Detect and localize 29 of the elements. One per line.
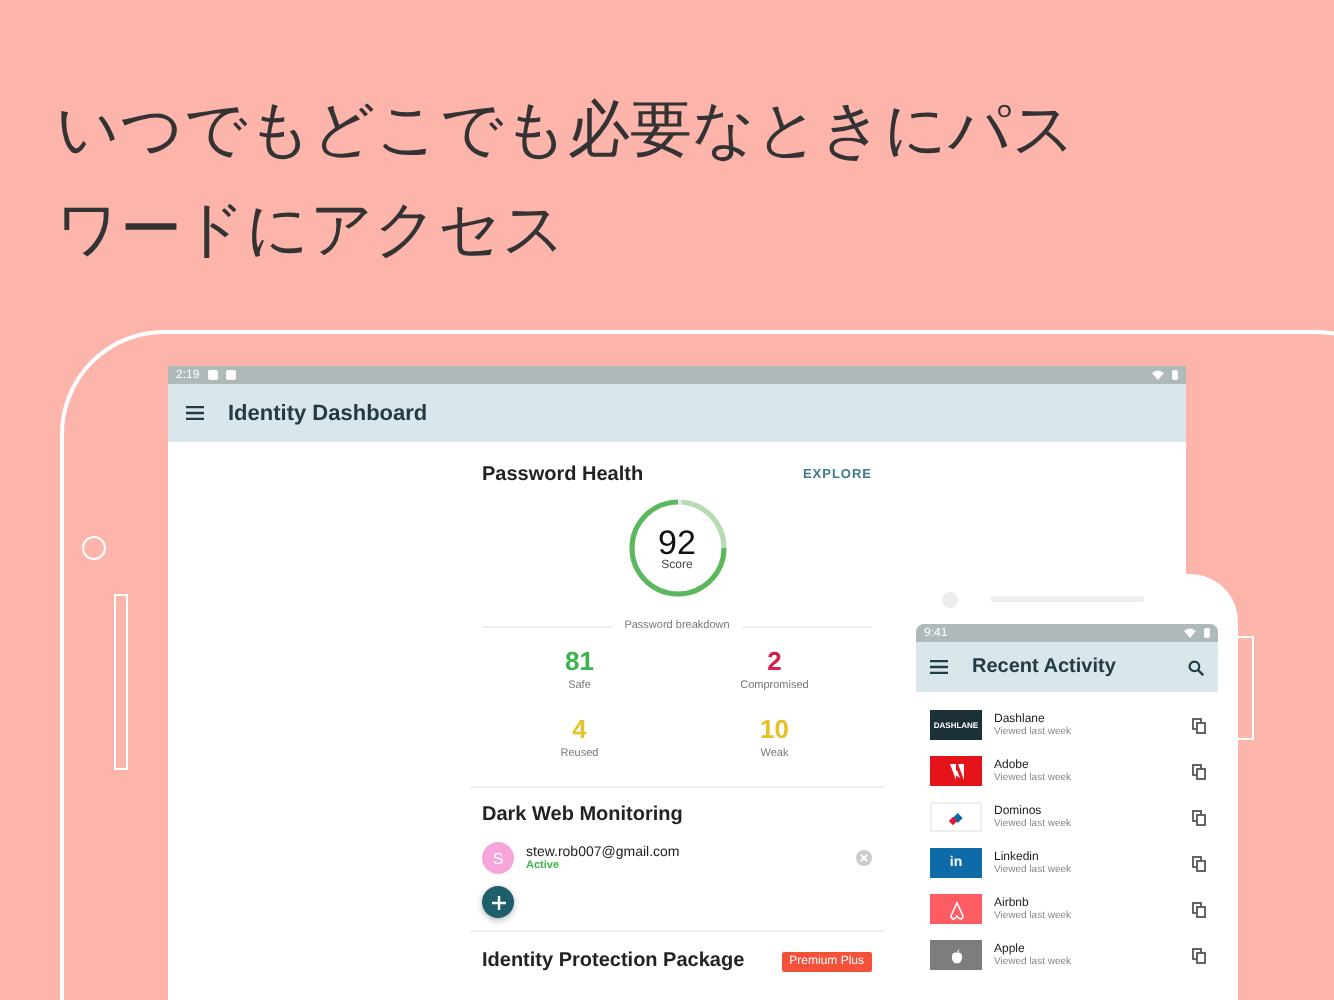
search-icon[interactable] <box>1188 659 1204 675</box>
wifi-icon <box>1184 628 1196 638</box>
section-title: Identity Protection Package <box>482 950 745 972</box>
wifi-icon <box>1152 370 1164 380</box>
menu-icon[interactable] <box>930 660 948 674</box>
stat-value: 4 <box>572 716 587 742</box>
add-button[interactable] <box>482 886 514 918</box>
section-title: Dark Web Monitoring <box>482 804 685 826</box>
app-title: Identity Dashboard <box>228 401 428 425</box>
tablet-camera <box>82 536 106 560</box>
copy-icon[interactable] <box>1192 717 1206 733</box>
plus-icon <box>491 895 505 909</box>
copy-icon[interactable] <box>1192 763 1206 779</box>
app-title: Recent Activity <box>972 656 1118 678</box>
headline: いつでもどこでも必要なときにパスワードにアクセス <box>56 92 1078 270</box>
section-title: Password Health <box>482 464 644 486</box>
stat-value: 10 <box>760 716 789 742</box>
copy-icon[interactable] <box>1192 947 1206 963</box>
avatar: S <box>482 842 514 874</box>
battery-icon <box>1172 370 1178 380</box>
score-value: 92 <box>658 525 696 559</box>
battery-icon <box>1204 628 1210 638</box>
copy-icon[interactable] <box>1192 855 1206 871</box>
score-ring <box>625 496 729 600</box>
stat-value: 81 <box>565 648 594 674</box>
stat-value: 2 <box>767 648 782 674</box>
copy-icon[interactable] <box>1192 809 1206 825</box>
menu-icon[interactable] <box>186 406 204 420</box>
copy-icon[interactable] <box>1192 901 1206 917</box>
